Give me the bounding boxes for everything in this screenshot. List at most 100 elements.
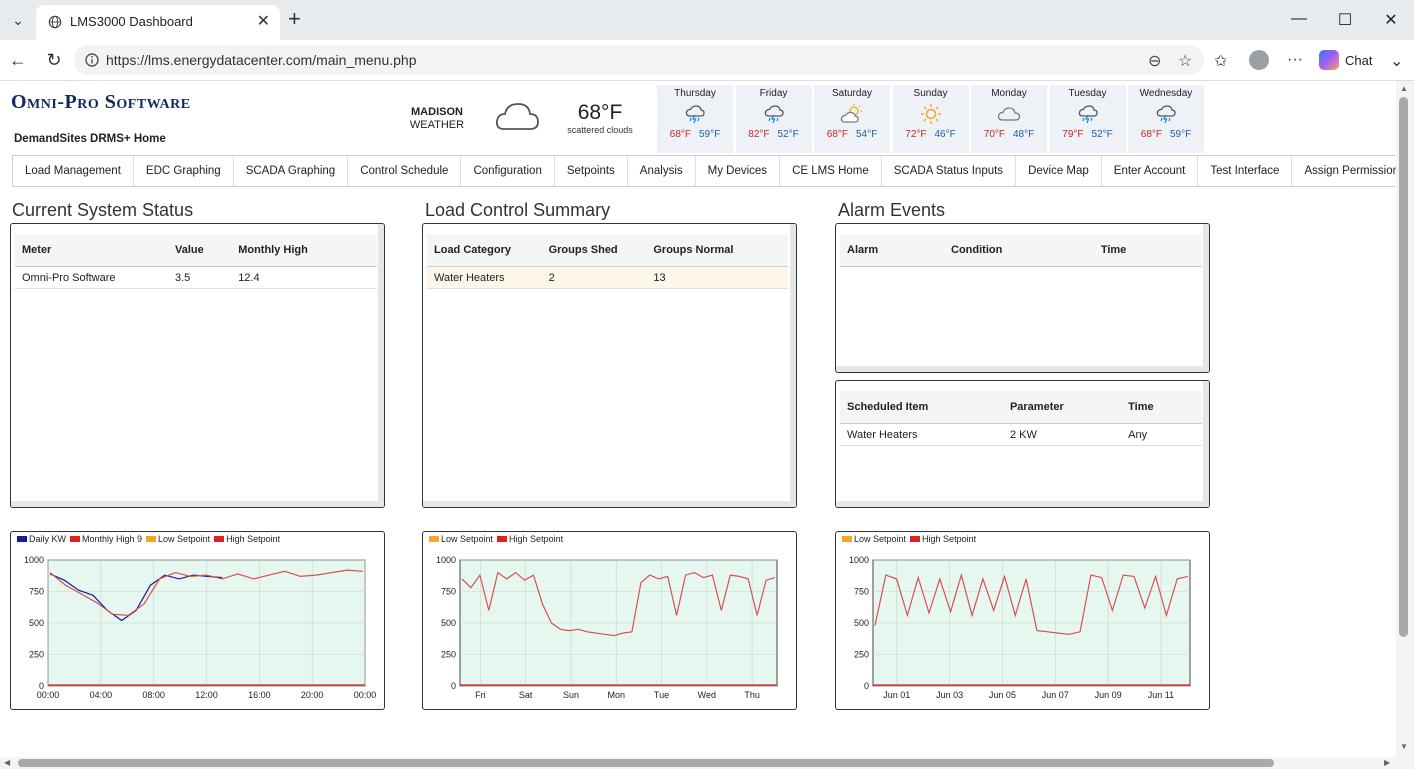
close-tab-icon[interactable]: ✕ — [257, 11, 270, 31]
y-tick-label: 250 — [441, 650, 456, 660]
column-header[interactable]: Groups Normal — [646, 234, 788, 267]
legend-swatch — [17, 536, 27, 542]
legend-label: High Setpoint — [509, 534, 564, 544]
column-header[interactable]: Load Category — [427, 234, 542, 267]
forecast-low: 48°F — [1013, 129, 1035, 140]
table-row[interactable]: Water Heaters 2 KW Any — [840, 423, 1202, 446]
maximize-icon[interactable]: ☐ — [1335, 10, 1355, 30]
panel-scrollbar[interactable] — [423, 501, 796, 507]
menu-item-my-devices[interactable]: My Devices — [696, 156, 781, 186]
menu-item-device-map[interactable]: Device Map — [1016, 156, 1102, 186]
x-tick-label: 20:00 — [301, 690, 324, 700]
panel-scrollbar[interactable] — [1203, 224, 1209, 372]
table-cell: Water Heaters — [840, 423, 1003, 446]
scroll-left-icon[interactable]: ◀ — [4, 758, 10, 767]
table-header-row: Alarm Condition Time — [840, 234, 1202, 267]
panel-scrollbar[interactable] — [378, 224, 384, 507]
scroll-right-icon[interactable]: ▶ — [1384, 758, 1390, 767]
site-info-icon[interactable] — [84, 52, 100, 68]
tab-list-icon[interactable]: ⌄ — [6, 8, 30, 32]
favorites-icon[interactable]: ✩ — [1214, 51, 1227, 71]
menu-item-load-management[interactable]: Load Management — [13, 156, 134, 186]
weather-label: WEATHER — [409, 119, 465, 131]
menu-item-edc-graphing[interactable]: EDC Graphing — [134, 156, 234, 186]
menu-item-test-interface[interactable]: Test Interface — [1198, 156, 1293, 186]
forecast-day-wednesday: Wednesday 68°F 59°F — [1128, 85, 1204, 153]
table-row[interactable]: Water Heaters 2 13 — [427, 266, 788, 289]
copilot-icon — [1319, 50, 1339, 70]
column-header[interactable]: Time — [1093, 234, 1202, 267]
x-tick-label: Mon — [607, 690, 625, 700]
column-header[interactable]: Condition — [944, 234, 1094, 267]
x-tick-label: Jun 09 — [1095, 690, 1122, 700]
menu-item-enter-account[interactable]: Enter Account — [1102, 156, 1199, 186]
globe-icon — [48, 15, 62, 29]
y-tick-label: 1000 — [436, 555, 456, 565]
scheduled-items-table: Scheduled Item Parameter Time Water Heaters… — [840, 391, 1202, 446]
column-header[interactable]: Parameter — [1002, 391, 1122, 424]
menu-item-ce-lms-home[interactable]: CE LMS Home — [780, 156, 882, 186]
new-tab-icon[interactable]: + — [288, 8, 301, 30]
close-window-icon[interactable]: ✕ — [1381, 10, 1401, 30]
chevron-down-icon[interactable]: ⌄ — [1390, 51, 1403, 71]
panel-scrollbar[interactable] — [836, 366, 1209, 372]
forecast-high: 68°F — [826, 129, 848, 140]
column-header[interactable]: Groups Shed — [541, 234, 647, 267]
column-header[interactable]: Scheduled Item — [840, 391, 1003, 424]
column-header[interactable]: Alarm — [840, 234, 944, 267]
more-menu-icon[interactable]: ··· — [1287, 51, 1303, 69]
panel-scrollbar[interactable] — [11, 501, 384, 507]
chat-button[interactable]: Chat — [1319, 48, 1372, 72]
forecast-temps: 82°F 52°F — [736, 129, 812, 140]
horizontal-scroll-thumb[interactable] — [18, 759, 1274, 767]
forecast-day-name: Thursday — [674, 88, 716, 99]
profile-avatar[interactable] — [1249, 50, 1269, 70]
table-cell: 12.4 — [231, 266, 377, 289]
table-cell: 2 — [541, 266, 647, 289]
favorite-star-icon[interactable]: ☆ — [1178, 51, 1192, 71]
panel-scrollbar[interactable] — [790, 224, 796, 507]
load-control-panel: Load Category Groups Shed Groups Normal Wat… — [422, 223, 797, 508]
y-tick-label: 500 — [854, 618, 869, 628]
minimize-icon[interactable]: — — [1289, 10, 1309, 28]
panel-scrollbar[interactable] — [836, 501, 1209, 507]
reload-icon[interactable]: ↻ — [43, 50, 65, 71]
forecast-high: 72°F — [905, 129, 927, 140]
legend-label: Low Setpoint — [441, 534, 494, 544]
zoom-out-icon[interactable]: ⊖ — [1148, 51, 1161, 71]
vertical-scroll-thumb[interactable] — [1399, 97, 1408, 637]
table-cell: 2 KW — [1002, 423, 1122, 446]
table-row[interactable]: Omni-Pro Software 3.5 12.4 — [15, 266, 377, 289]
column-header[interactable]: Monthly High — [231, 234, 377, 267]
scroll-up-icon[interactable]: ▲ — [1400, 84, 1408, 93]
menu-item-scada-graphing[interactable]: SCADA Graphing — [234, 156, 349, 186]
alarm-events-panel: Alarm Condition Time — [835, 223, 1210, 373]
browser-tab[interactable]: LMS3000 Dashboard ✕ — [36, 5, 280, 40]
legend-item: Low Setpoint — [146, 534, 210, 544]
menu-item-analysis[interactable]: Analysis — [628, 156, 696, 186]
legend-label: Low Setpoint — [158, 534, 211, 544]
legend-swatch — [70, 536, 81, 542]
forecast-high: 70°F — [983, 129, 1005, 140]
y-tick-label: 750 — [441, 587, 456, 597]
forecast-low: 46°F — [934, 129, 956, 140]
column-header[interactable]: Time — [1121, 391, 1202, 424]
column-header[interactable]: Meter — [15, 234, 168, 267]
menu-item-control-schedule[interactable]: Control Schedule — [348, 156, 462, 186]
panel-scrollbar[interactable] — [1203, 381, 1209, 507]
system-status-panel: Meter Value Monthly High Omni-Pro Software 3… — [10, 223, 385, 508]
url-field[interactable]: https://lms.energydatacenter.com/main_me… — [74, 45, 1204, 75]
column-header[interactable]: Value — [167, 234, 232, 267]
menu-item-setpoints[interactable]: Setpoints — [555, 156, 628, 186]
y-tick-label: 1000 — [849, 555, 869, 565]
legend-label: High Setpoint — [922, 534, 977, 544]
legend-item: Low Setpoint — [429, 534, 493, 544]
menu-item-assign-permissions[interactable]: Assign Permissions — [1292, 156, 1396, 186]
menu-item-scada-status-inputs[interactable]: SCADA Status Inputs — [882, 156, 1017, 186]
back-icon[interactable]: ← — [7, 50, 29, 71]
weather-location: MADISON WEATHER — [406, 106, 468, 132]
menu-item-configuration[interactable]: Configuration — [461, 156, 555, 186]
scroll-down-icon[interactable]: ▼ — [1400, 742, 1408, 751]
system-status-title: Current System Status — [12, 200, 194, 220]
x-tick-label: Fri — [475, 690, 486, 700]
